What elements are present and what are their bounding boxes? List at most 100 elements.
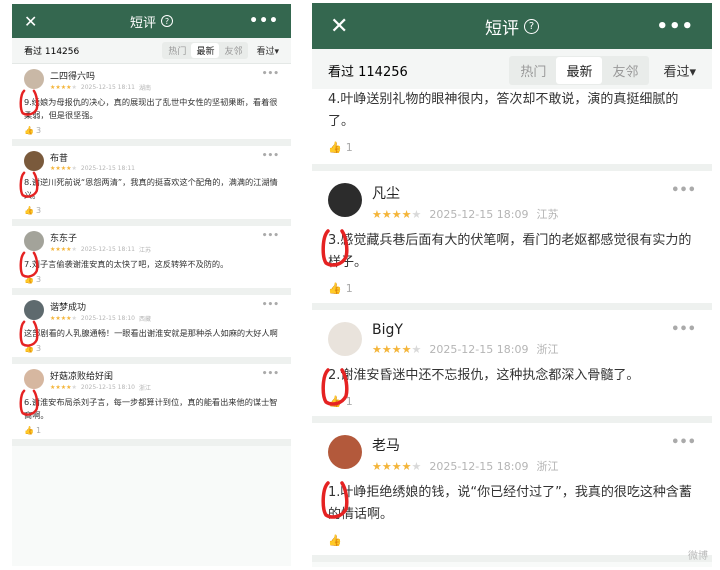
close-icon[interactable]: ✕	[330, 14, 348, 39]
review-meta: BigY ★★★★★ 2025-12-15 18:09 浙江	[372, 322, 671, 357]
user-name[interactable]: 凡尘	[372, 183, 671, 203]
question-circle-icon[interactable]: ?	[524, 18, 539, 34]
star-rating: ★★★★★	[372, 207, 422, 221]
avatar[interactable]	[328, 435, 362, 469]
review-subinfo: ★★★★★ 2025-12-15 18:10 浙江	[50, 383, 262, 392]
more-icon[interactable]: •••	[671, 322, 696, 337]
like-button[interactable]: 👍 3	[24, 275, 279, 284]
like-button[interactable]: 👍 3	[24, 126, 279, 135]
thumb-up-icon: 👍	[328, 141, 342, 154]
tab-latest[interactable]: 最新	[191, 43, 220, 58]
more-icon[interactable]: •••	[262, 151, 279, 161]
review-time: 2025-12-15 18:11	[80, 246, 135, 253]
question-circle-icon[interactable]: ?	[161, 15, 173, 27]
avatar[interactable]	[328, 322, 362, 356]
avatar[interactable]	[24, 231, 44, 251]
star-rating: ★★★★★	[372, 459, 422, 473]
thumb-up-icon: 👍	[328, 395, 342, 408]
review-header: 布昔 ★★★★★ 2025-12-15 18:11 •••	[24, 151, 279, 172]
user-name[interactable]: 好菇凉败给好闺	[50, 369, 262, 382]
review-item: 二四得六吗 ★★★★★ 2025-12-15 18:11 湖南 ••• 9.绣娘…	[12, 64, 291, 146]
review-item: 东东子 ★★★★★ 2025-12-15 18:11 江苏 ••• 7.刘子言偷…	[12, 226, 291, 295]
user-name[interactable]: 东东子	[50, 231, 262, 244]
right-screenshot: ✕ 短评 ? ••• 看过 114256 热门 最新 友邻 看过▾ 4.叶峥送别…	[312, 3, 712, 567]
more-icon[interactable]: •••	[671, 435, 696, 450]
user-name[interactable]: 布昔	[50, 151, 262, 164]
review-header: 老马 ★★★★★ 2025-12-15 18:09 浙江 •••	[328, 435, 696, 474]
review-meta: 布昔 ★★★★★ 2025-12-15 18:11	[50, 151, 262, 172]
review-time: 2025-12-15 18:10	[80, 315, 135, 322]
like-button[interactable]: 👍 1	[24, 426, 279, 435]
left-screenshot: ✕ 短评 ? ••• 看过 114256 热门 最新 友邻 看过▾ 二四得六吗 …	[12, 4, 291, 566]
tab-friends[interactable]: 友邻	[602, 57, 648, 84]
more-icon[interactable]: •••	[262, 369, 279, 379]
thumb-up-icon: 👍	[24, 206, 34, 215]
like-count: 3	[35, 344, 42, 353]
review-location: 湖南	[138, 85, 151, 92]
avatar[interactable]	[328, 183, 362, 217]
review-header: 二四得六吗 ★★★★★ 2025-12-15 18:11 湖南 •••	[24, 69, 279, 92]
review-subinfo: ★★★★★ 2025-12-15 18:09 浙江	[372, 458, 671, 474]
more-icon[interactable]: •••	[262, 231, 279, 241]
review-text: 3.感觉藏兵巷后面有大的伏笔啊，看门的老妪都感觉很有实力的样子。	[328, 233, 692, 270]
star-rating: ★★★★★	[50, 84, 77, 91]
user-name[interactable]: BigY	[372, 322, 671, 338]
thumb-up-icon: 👍	[328, 282, 342, 295]
review-meta: 东东子 ★★★★★ 2025-12-15 18:11 江苏	[50, 231, 262, 254]
review-meta: 老马 ★★★★★ 2025-12-15 18:09 浙江	[372, 435, 671, 474]
review-subinfo: ★★★★★ 2025-12-15 18:09 浙江	[372, 341, 671, 357]
avatar[interactable]	[24, 151, 44, 171]
sort-dropdown[interactable]: 看过▾	[663, 61, 696, 80]
tab-latest[interactable]: 最新	[556, 57, 603, 84]
review-location: 江苏	[536, 208, 559, 221]
review-header: 凡尘 ★★★★★ 2025-12-15 18:09 江苏 •••	[328, 183, 696, 222]
user-name[interactable]: 谐梦成功	[50, 300, 262, 313]
review-text: 这部剧看的人乳腺通畅！一眼看出谢淮安就是那种杀人如麻的大好人啊	[24, 328, 278, 338]
tab-friends[interactable]: 友邻	[219, 43, 247, 58]
review-text: 2.谢淮安昏迷中还不忘报仇，这种执念都深入骨髓了。	[328, 368, 640, 383]
more-icon[interactable]: •••	[262, 69, 279, 79]
like-count: 1	[345, 282, 353, 295]
review-item: 老马 ★★★★★ 2025-12-15 18:09 浙江 ••• 1.叶峥拒绝绣…	[312, 423, 712, 562]
user-name[interactable]: 二四得六吗	[50, 69, 262, 82]
watermark: 微博	[688, 551, 708, 562]
tab-hot[interactable]: 热门	[510, 57, 556, 84]
more-icon[interactable]: •••	[262, 300, 279, 310]
thumb-up-icon: 👍	[24, 126, 34, 135]
like-button[interactable]: 👍 1	[328, 141, 696, 154]
filter-bar: 看过 114256 热门 最新 友邻 看过▾	[12, 38, 291, 64]
star-rating: ★★★★★	[50, 384, 77, 391]
star-rating: ★★★★★	[50, 165, 77, 172]
review-time: 2025-12-15 18:11	[80, 84, 135, 91]
user-name[interactable]: 老马	[372, 435, 671, 455]
like-button[interactable]: 👍 1	[328, 395, 696, 408]
more-icon[interactable]: •••	[249, 13, 279, 29]
like-button[interactable]: 👍 3	[24, 206, 279, 215]
review-location: 浙江	[536, 460, 559, 473]
like-button[interactable]: 👍 3	[24, 344, 279, 353]
viewed-count: 看过 114256	[328, 65, 408, 80]
avatar[interactable]	[24, 300, 44, 320]
review-header: BigY ★★★★★ 2025-12-15 18:09 浙江 •••	[328, 322, 696, 357]
more-icon[interactable]: •••	[671, 183, 696, 198]
review-location: 西藏	[138, 316, 151, 323]
like-button[interactable]: 👍 1	[328, 282, 696, 295]
page-title-group: 短评 ?	[312, 14, 712, 39]
review-meta: 凡尘 ★★★★★ 2025-12-15 18:09 江苏	[372, 183, 671, 222]
star-rating: ★★★★★	[50, 315, 77, 322]
thumb-up-icon: 👍	[24, 426, 34, 435]
avatar[interactable]	[24, 369, 44, 389]
tab-hot[interactable]: 热门	[163, 43, 191, 58]
review-subinfo: ★★★★★ 2025-12-15 18:11 江苏	[50, 245, 262, 254]
more-icon[interactable]: •••	[656, 16, 694, 37]
avatar[interactable]	[24, 69, 44, 89]
review-text: 8.谢逆川死前说“恩怨两清”，我真的挺喜欢这个配角的，满满的江湖情义。	[24, 177, 278, 200]
like-button[interactable]: 👍	[328, 534, 696, 547]
review-location: 江苏	[138, 247, 151, 254]
review-location: 浙江	[536, 343, 559, 356]
page-title: 短评	[485, 18, 519, 39]
review-item: 布昔 ★★★★★ 2025-12-15 18:11 ••• 8.谢逆川死前说“恩…	[12, 146, 291, 226]
filter-bar: 看过 114256 热门 最新 友邻 看过▾	[312, 49, 712, 93]
close-icon[interactable]: ✕	[24, 12, 37, 31]
sort-dropdown[interactable]: 看过▾	[256, 44, 279, 57]
